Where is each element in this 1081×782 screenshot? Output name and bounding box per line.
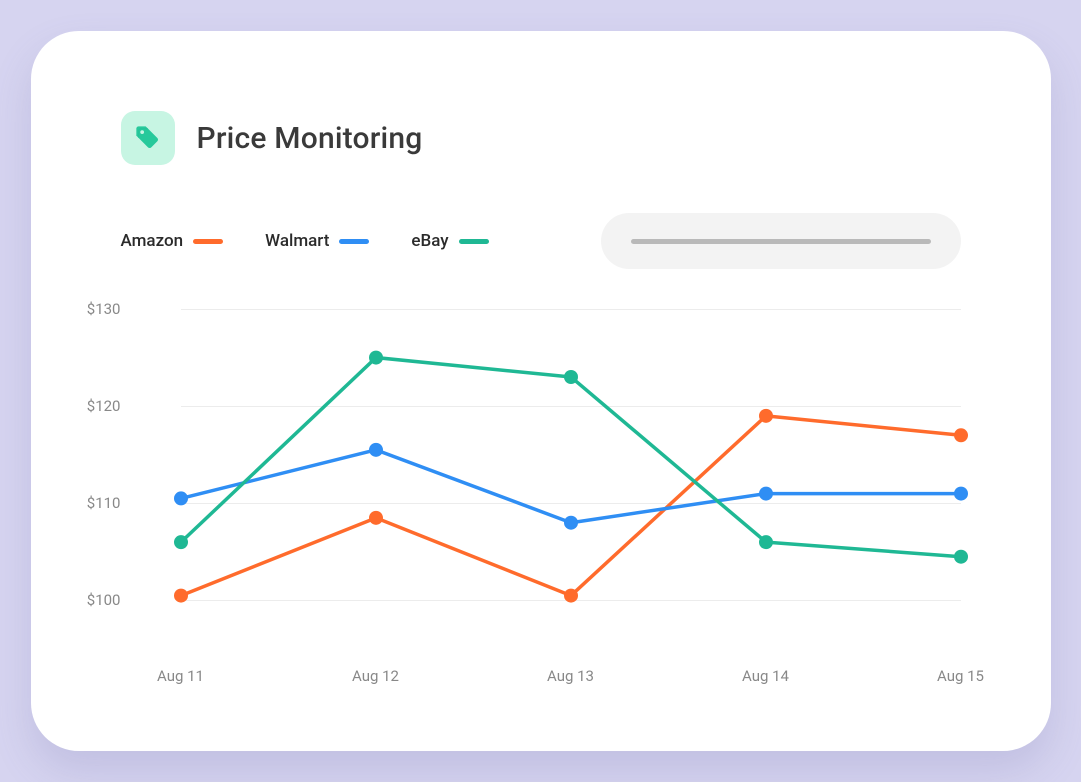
data-point[interactable] [954, 550, 968, 564]
price-monitoring-card: Price Monitoring Amazon Walmart eBay $13… [31, 31, 1051, 751]
data-point[interactable] [564, 370, 578, 384]
chart-lines [181, 309, 961, 649]
series-line-walmart [181, 450, 961, 523]
data-point[interactable] [174, 535, 188, 549]
legend-label: Walmart [265, 231, 329, 251]
y-tick: $130 [73, 300, 121, 318]
data-point[interactable] [369, 351, 383, 365]
price-chart: $130 $120 $110 $100 Aug 11 Aug 12 Aug 13… [121, 309, 961, 689]
data-point[interactable] [174, 491, 188, 505]
data-point[interactable] [369, 511, 383, 525]
data-point[interactable] [954, 428, 968, 442]
legend-item-walmart[interactable]: Walmart [265, 231, 369, 251]
series-line-amazon [181, 416, 961, 596]
legend-label: Amazon [121, 231, 184, 251]
controls-row: Amazon Walmart eBay [121, 213, 961, 269]
data-point[interactable] [954, 487, 968, 501]
data-point[interactable] [174, 589, 188, 603]
data-point[interactable] [564, 516, 578, 530]
data-point[interactable] [759, 409, 773, 423]
data-point[interactable] [759, 487, 773, 501]
legend-swatch [459, 239, 489, 244]
data-point[interactable] [759, 535, 773, 549]
x-tick: Aug 13 [547, 667, 594, 685]
legend-item-amazon[interactable]: Amazon [121, 231, 224, 251]
filter-placeholder-line [631, 239, 931, 244]
y-tick: $120 [73, 397, 121, 415]
data-point[interactable] [564, 589, 578, 603]
x-tick: Aug 14 [742, 667, 789, 685]
price-tag-icon [121, 111, 175, 165]
legend-swatch [339, 239, 369, 244]
legend-item-ebay[interactable]: eBay [411, 231, 488, 251]
legend-label: eBay [411, 231, 448, 251]
card-header: Price Monitoring [121, 111, 961, 165]
page-title: Price Monitoring [197, 121, 423, 156]
filter-control[interactable] [601, 213, 961, 269]
legend-swatch [193, 239, 223, 244]
plot-area [181, 309, 961, 649]
x-tick: Aug 11 [157, 667, 204, 685]
x-axis: Aug 11 Aug 12 Aug 13 Aug 14 Aug 15 [181, 659, 961, 689]
y-tick: $110 [73, 494, 121, 512]
x-tick: Aug 12 [352, 667, 399, 685]
x-tick: Aug 15 [937, 667, 984, 685]
chart-legend: Amazon Walmart eBay [121, 231, 489, 251]
y-tick: $100 [73, 591, 121, 609]
data-point[interactable] [369, 443, 383, 457]
